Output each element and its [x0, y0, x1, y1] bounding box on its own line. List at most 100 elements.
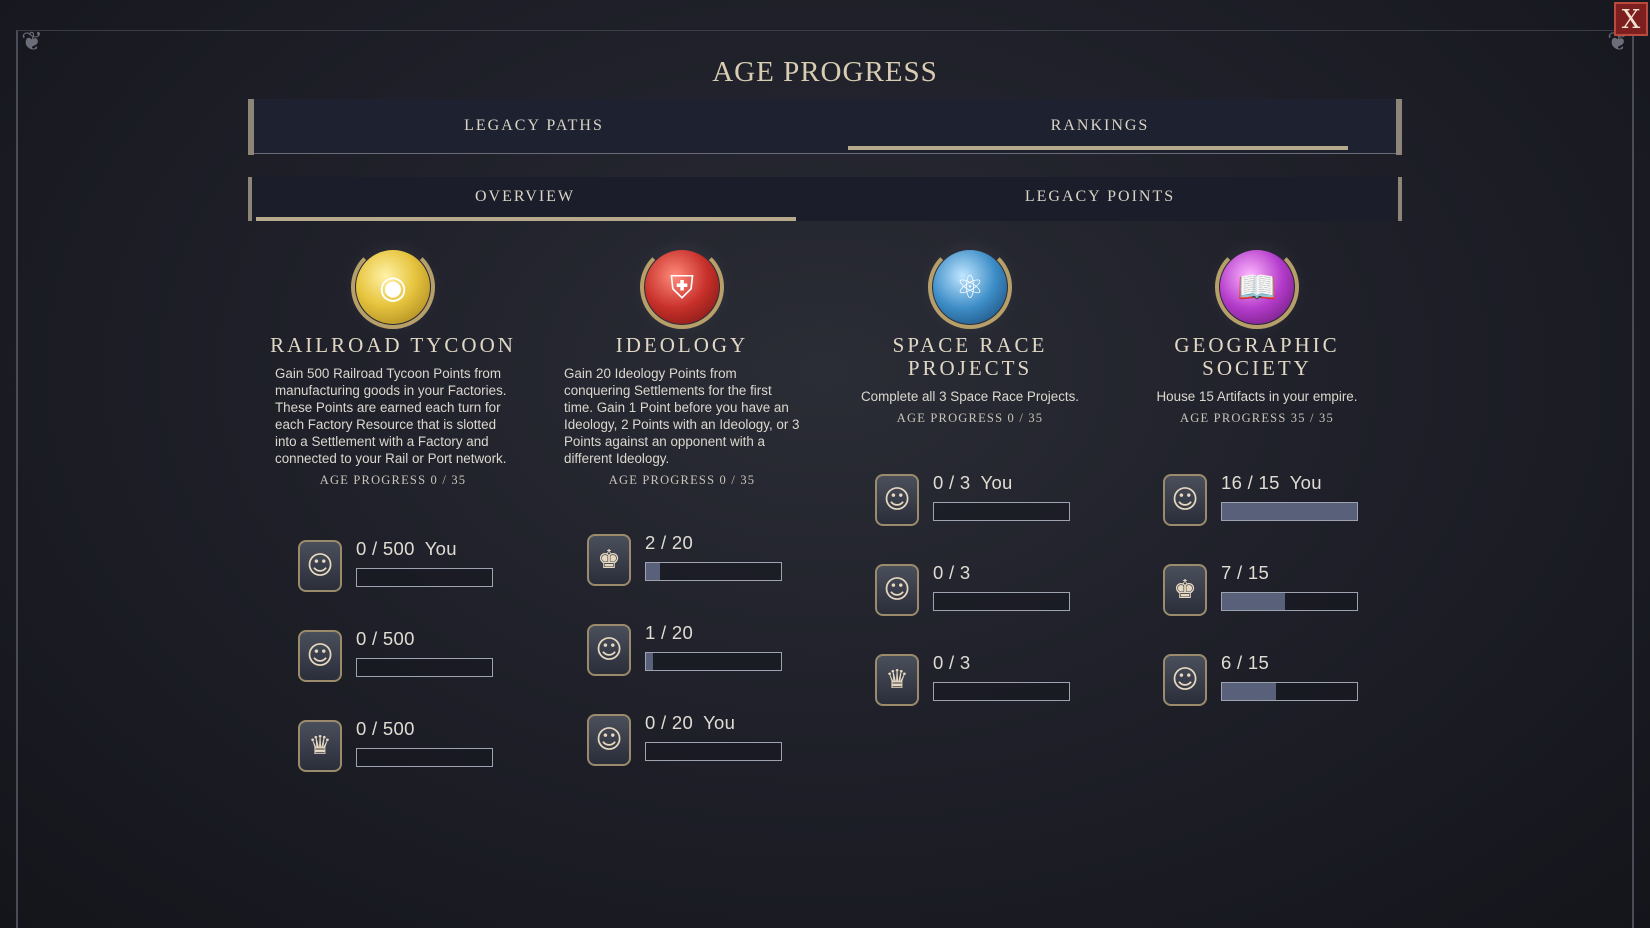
- ranking-value: 0 / 3: [933, 562, 971, 583]
- active-tab-indicator: [848, 146, 1348, 150]
- legacy-title: RAILROAD TYCOON: [270, 333, 516, 357]
- progress-bar: [1221, 682, 1358, 701]
- active-subtab-indicator: [256, 217, 796, 221]
- leader-portrait: ☺: [298, 540, 342, 592]
- sub-tab-bar: OVERVIEW LEGACY POINTS: [248, 177, 1402, 221]
- leader-portrait: ☺: [587, 624, 631, 676]
- progress-fill: [1222, 503, 1357, 520]
- you-label: You: [1289, 472, 1322, 493]
- progress-bar: [1221, 592, 1358, 611]
- tab-rankings[interactable]: RANKINGS: [825, 99, 1375, 153]
- legacy-column-geographic-society: 📖 GEOGRAPHIC SOCIETY House 15 Artifacts …: [1132, 245, 1382, 426]
- age-progress-label: AGE PROGRESS 0 / 35: [608, 473, 756, 487]
- legacy-description: House 15 Artifacts in your empire.: [1156, 389, 1358, 404]
- progress-fill: [1222, 683, 1276, 700]
- ranking-row: ♛ 0 / 3: [851, 650, 1101, 730]
- tab-bar-cap: [1398, 177, 1402, 221]
- progress-bar: [1221, 502, 1358, 521]
- ranking-value: 7 / 15: [1221, 562, 1270, 583]
- age-progress-label: AGE PROGRESS 0 / 35: [896, 411, 1044, 425]
- ranking-row: ♛ 0 / 500: [274, 716, 524, 796]
- open-book-icon: 📖: [1215, 245, 1299, 329]
- tab-legacy-points[interactable]: LEGACY POINTS: [810, 177, 1390, 217]
- tab-overview[interactable]: OVERVIEW: [250, 177, 800, 217]
- legacy-column-railroad-tycoon: ◉ RAILROAD TYCOON Gain 500 Railroad Tyco…: [268, 245, 518, 488]
- ranking-row: ☺ 6 / 15: [1139, 650, 1389, 730]
- age-progress-label: AGE PROGRESS 35 / 35: [1180, 411, 1334, 425]
- ranking-value-line: 0 / 500: [356, 628, 425, 650]
- close-button[interactable]: X: [1614, 2, 1648, 36]
- ranking-row: ☺ 1 / 20: [563, 620, 813, 700]
- ranking-value: 0 / 3: [933, 472, 971, 493]
- progress-fill: [646, 563, 660, 580]
- ranking-row: ☺ 0 / 3: [851, 560, 1101, 640]
- tab-bar-cap: [1396, 99, 1402, 155]
- ranking-value-line: 7 / 15: [1221, 562, 1279, 584]
- progress-bar: [933, 682, 1070, 701]
- progress-bar: [645, 652, 782, 671]
- ranking-value-line: 0 / 3: [933, 562, 981, 584]
- ranking-value: 0 / 500: [356, 628, 415, 649]
- progress-bar: [933, 502, 1070, 521]
- legacy-column-space-race: ⚛ SPACE RACE PROJECTS Complete all 3 Spa…: [845, 245, 1095, 426]
- ranking-value: 0 / 500: [356, 718, 415, 739]
- ranking-value-line: 0 / 500 You: [356, 538, 457, 560]
- ranking-value: 2 / 20: [645, 532, 694, 553]
- legacy-description: Gain 20 Ideology Points from conquering …: [564, 366, 800, 466]
- progress-bar: [645, 742, 782, 761]
- ranking-row: ☺ 0 / 20 You: [563, 710, 813, 790]
- ranking-value: 0 / 500: [356, 538, 415, 559]
- tab-legacy-paths[interactable]: LEGACY PATHS: [250, 99, 818, 153]
- ranking-row: ☺ 0 / 3 You: [851, 470, 1101, 550]
- leader-portrait: ☺: [875, 564, 919, 616]
- legacy-column-ideology: ⛨ IDEOLOGY Gain 20 Ideology Points from …: [557, 245, 807, 488]
- window-frame: [16, 30, 1634, 928]
- age-progress-label: AGE PROGRESS 0 / 35: [319, 473, 467, 487]
- ranking-row: ☺ 0 / 500: [274, 626, 524, 706]
- shield-sword-icon: ⛨: [640, 245, 724, 329]
- leader-portrait: ♚: [1163, 564, 1207, 616]
- ranking-value-line: 1 / 20: [645, 622, 703, 644]
- you-label: You: [980, 472, 1013, 493]
- ranking-value-line: 6 / 15: [1221, 652, 1279, 674]
- progress-fill: [646, 653, 653, 670]
- progress-bar: [356, 568, 493, 587]
- ranking-value-line: 0 / 3 You: [933, 472, 1013, 494]
- ranking-row: ♚ 7 / 15: [1139, 560, 1389, 640]
- ranking-value: 1 / 20: [645, 622, 694, 643]
- progress-bar: [645, 562, 782, 581]
- legacy-title: GEOGRAPHIC SOCIETY: [1174, 333, 1340, 380]
- leader-portrait: ♚: [587, 534, 631, 586]
- leader-portrait: ☺: [298, 630, 342, 682]
- progress-bar: [356, 748, 493, 767]
- legacy-title: SPACE RACE PROJECTS: [892, 333, 1048, 380]
- ranking-row: ☺ 16 / 15 You: [1139, 470, 1389, 550]
- legacy-description: Complete all 3 Space Race Projects.: [860, 389, 1080, 404]
- leader-portrait: ☺: [1163, 654, 1207, 706]
- leader-portrait: ♛: [298, 720, 342, 772]
- ranking-value: 16 / 15: [1221, 472, 1280, 493]
- ranking-value: 6 / 15: [1221, 652, 1270, 673]
- legacy-description: Gain 500 Railroad Tycoon Points from man…: [275, 366, 507, 466]
- ranking-value-line: 0 / 20 You: [645, 712, 735, 734]
- ranking-value-line: 2 / 20: [645, 532, 703, 554]
- progress-fill: [1222, 593, 1286, 610]
- leader-portrait: ☺: [875, 474, 919, 526]
- progress-bar: [933, 592, 1070, 611]
- leader-portrait: ☺: [1163, 474, 1207, 526]
- page-title: AGE PROGRESS: [712, 56, 938, 88]
- ranking-value-line: 0 / 500: [356, 718, 425, 740]
- ranking-row: ☺ 0 / 500 You: [274, 536, 524, 616]
- ranking-value: 0 / 20: [645, 712, 694, 733]
- ranking-value-line: 0 / 3: [933, 652, 981, 674]
- ranking-value-line: 16 / 15 You: [1221, 472, 1322, 494]
- legacy-title: IDEOLOGY: [615, 333, 749, 357]
- you-label: You: [424, 538, 457, 559]
- main-tab-bar: LEGACY PATHS RANKINGS: [248, 99, 1402, 155]
- ranking-value: 0 / 3: [933, 652, 971, 673]
- atom-icon: ⚛: [928, 245, 1012, 329]
- leader-portrait: ♛: [875, 654, 919, 706]
- leader-portrait: ☺: [587, 714, 631, 766]
- ranking-row: ♚ 2 / 20: [563, 530, 813, 610]
- gold-coins-icon: ◉: [351, 245, 435, 329]
